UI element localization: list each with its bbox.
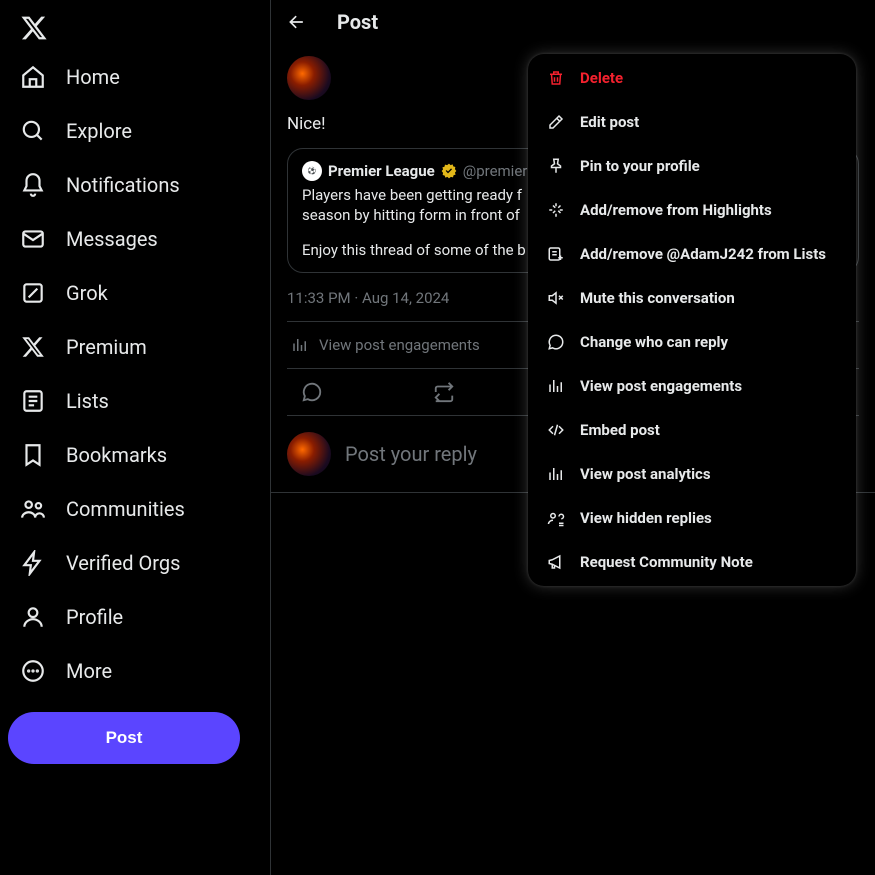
reply-placeholder: Post your reply bbox=[345, 442, 477, 466]
menu-highlights[interactable]: Add/remove from Highlights bbox=[528, 188, 856, 232]
nav-notifications[interactable]: Notifications bbox=[8, 160, 262, 210]
menu-lists-addremove[interactable]: Add/remove @AdamJ242 from Lists bbox=[528, 232, 856, 276]
megaphone-icon bbox=[546, 552, 566, 572]
menu-mute[interactable]: Mute this conversation bbox=[528, 276, 856, 320]
bell-icon bbox=[20, 172, 46, 198]
nav-label: Premium bbox=[66, 335, 147, 359]
nav-verified-orgs[interactable]: Verified Orgs bbox=[8, 538, 262, 588]
nav-messages[interactable]: Messages bbox=[8, 214, 262, 264]
menu-embed[interactable]: Embed post bbox=[528, 408, 856, 452]
page-title: Post bbox=[337, 10, 378, 34]
nav-label: Communities bbox=[66, 497, 185, 521]
menu-hidden-replies[interactable]: View hidden replies bbox=[528, 496, 856, 540]
nav-more[interactable]: More bbox=[8, 646, 262, 696]
mute-icon bbox=[546, 288, 566, 308]
menu-pin[interactable]: Pin to your profile bbox=[528, 144, 856, 188]
post-options-menu: Delete Edit post Pin to your profile Add… bbox=[528, 54, 856, 586]
reply-icon[interactable] bbox=[301, 381, 323, 403]
nav-label: Explore bbox=[66, 119, 132, 143]
current-user-avatar bbox=[287, 432, 331, 476]
menu-change-reply[interactable]: Change who can reply bbox=[528, 320, 856, 364]
people-icon bbox=[20, 496, 46, 522]
sidebar: Home Explore Notifications Messages Grok… bbox=[0, 0, 271, 875]
nav-communities[interactable]: Communities bbox=[8, 484, 262, 534]
nav-label: Bookmarks bbox=[66, 443, 167, 467]
nav-label: Notifications bbox=[66, 173, 180, 197]
nav-explore[interactable]: Explore bbox=[8, 106, 262, 156]
code-icon bbox=[546, 420, 566, 440]
nav-label: Lists bbox=[66, 389, 109, 413]
back-arrow-icon[interactable] bbox=[287, 12, 307, 32]
repost-icon[interactable] bbox=[433, 381, 455, 403]
nav-label: Grok bbox=[66, 281, 108, 305]
nav-label: More bbox=[66, 659, 112, 683]
nav-home[interactable]: Home bbox=[8, 52, 262, 102]
chat-icon bbox=[546, 332, 566, 352]
menu-view-engagements[interactable]: View post engagements bbox=[528, 364, 856, 408]
list-add-icon bbox=[546, 244, 566, 264]
nav-lists[interactable]: Lists bbox=[8, 376, 262, 426]
x-logo[interactable] bbox=[8, 4, 262, 50]
bookmark-icon bbox=[20, 442, 46, 468]
search-icon bbox=[20, 118, 46, 144]
mail-icon bbox=[20, 226, 46, 252]
menu-delete[interactable]: Delete bbox=[528, 56, 856, 100]
lightning-icon bbox=[20, 550, 46, 576]
nav-label: Messages bbox=[66, 227, 158, 251]
analytics-icon bbox=[546, 464, 566, 484]
x-icon bbox=[20, 334, 46, 360]
pencil-icon bbox=[546, 112, 566, 132]
nav-label: Profile bbox=[66, 605, 123, 629]
menu-edit-post[interactable]: Edit post bbox=[528, 100, 856, 144]
pin-icon bbox=[546, 156, 566, 176]
bar-chart-icon bbox=[546, 376, 566, 396]
compose-post-button[interactable]: Post bbox=[8, 712, 240, 764]
home-icon bbox=[20, 64, 46, 90]
post-author-avatar[interactable] bbox=[287, 56, 331, 100]
nav-bookmarks[interactable]: Bookmarks bbox=[8, 430, 262, 480]
person-icon bbox=[20, 604, 46, 630]
list-icon bbox=[20, 388, 46, 414]
trash-icon bbox=[546, 68, 566, 88]
quoted-handle: @premier bbox=[463, 162, 528, 180]
quoted-name: Premier League bbox=[328, 162, 435, 180]
quoted-avatar: ⚽ bbox=[302, 161, 322, 181]
nav-profile[interactable]: Profile bbox=[8, 592, 262, 642]
nav-grok[interactable]: Grok bbox=[8, 268, 262, 318]
eye-off-icon bbox=[546, 508, 566, 528]
page-header: Post bbox=[271, 0, 875, 44]
menu-analytics[interactable]: View post analytics bbox=[528, 452, 856, 496]
grok-icon bbox=[20, 280, 46, 306]
nav-label: Home bbox=[66, 65, 120, 89]
nav-label: Verified Orgs bbox=[66, 551, 180, 575]
nav-premium[interactable]: Premium bbox=[8, 322, 262, 372]
menu-community-note[interactable]: Request Community Note bbox=[528, 540, 856, 584]
sparkle-icon bbox=[546, 200, 566, 220]
verified-badge-icon bbox=[441, 163, 457, 179]
more-icon bbox=[20, 658, 46, 684]
